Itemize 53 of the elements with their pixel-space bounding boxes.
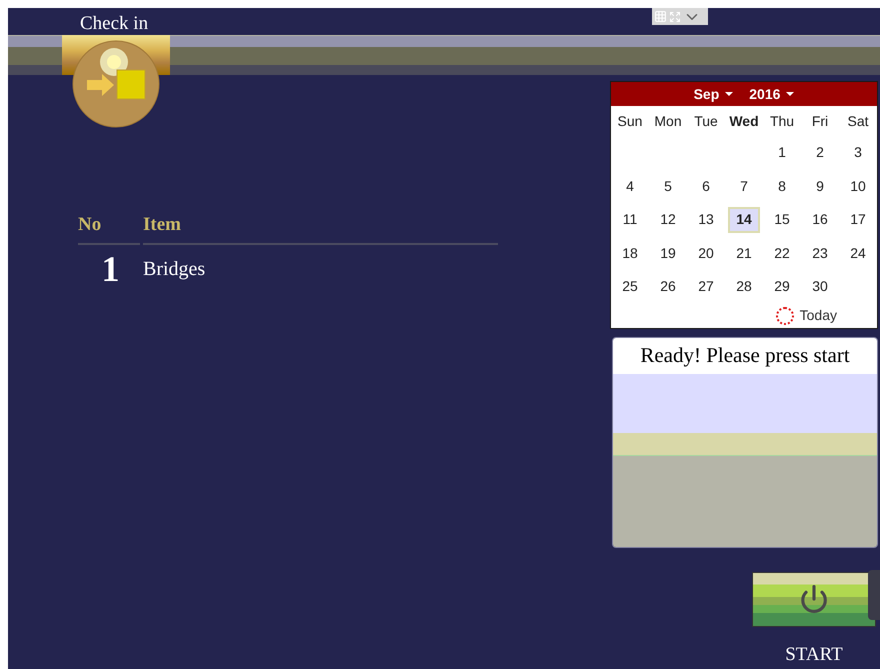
- caret-icon: [725, 92, 734, 96]
- day-cell[interactable]: 11: [614, 206, 646, 233]
- row-number: 1: [100, 248, 120, 290]
- check-in-icon[interactable]: [70, 40, 162, 128]
- day-cell[interactable]: 26: [652, 274, 684, 300]
- day-cell[interactable]: 10: [842, 173, 874, 200]
- day-cell[interactable]: 15: [766, 206, 798, 233]
- day-cell[interactable]: 6: [690, 173, 722, 200]
- today-icon: [776, 306, 794, 324]
- day-cell[interactable]: 28: [728, 274, 760, 300]
- weekday-label: Wed: [728, 112, 760, 130]
- day-cell[interactable]: 23: [804, 240, 836, 266]
- day-cell[interactable]: 2: [804, 140, 836, 166]
- day-cell[interactable]: 3: [842, 140, 874, 166]
- day-cell[interactable]: 17: [842, 206, 874, 233]
- day-cell[interactable]: 21: [728, 240, 760, 266]
- status-message: Ready! Please press start: [640, 342, 850, 369]
- year-dropdown[interactable]: 2016: [749, 84, 794, 104]
- start-label: START: [785, 642, 843, 666]
- day-cell[interactable]: 19: [652, 240, 684, 266]
- day-cell[interactable]: 12: [652, 206, 684, 233]
- day-cell[interactable]: 14: [728, 206, 760, 233]
- page-title: Check in: [80, 13, 148, 35]
- weekday-label: Sun: [616, 112, 644, 130]
- day-cell[interactable]: 5: [652, 173, 684, 200]
- day-cell[interactable]: 9: [804, 173, 836, 200]
- month-dropdown[interactable]: Sep: [694, 84, 734, 104]
- day-cell[interactable]: 13: [690, 206, 722, 233]
- weekday-label: Fri: [810, 112, 830, 130]
- today-button[interactable]: Today: [800, 305, 837, 326]
- start-button[interactable]: [752, 572, 876, 626]
- caret-icon: [786, 92, 794, 96]
- day-cell[interactable]: 16: [804, 206, 836, 233]
- day-cell[interactable]: 8: [766, 173, 798, 200]
- day-cell[interactable]: 4: [614, 173, 646, 200]
- weekday-label: Tue: [693, 112, 719, 130]
- day-cell[interactable]: 27: [690, 274, 722, 300]
- weekday-label: Mon: [653, 112, 683, 130]
- column-header: No: [78, 211, 140, 244]
- weekday-label: Sat: [846, 112, 870, 130]
- power-icon: [799, 584, 829, 614]
- day-cell[interactable]: 24: [842, 240, 874, 266]
- day-cell[interactable]: 18: [614, 240, 646, 266]
- item-name: Bridges: [143, 256, 206, 282]
- day-cell[interactable]: 25: [614, 274, 646, 300]
- day-cell[interactable]: 20: [690, 240, 722, 266]
- day-cell[interactable]: 7: [728, 173, 760, 200]
- day-cell[interactable]: 29: [766, 274, 798, 300]
- weekday-label: Thu: [768, 112, 796, 130]
- day-cell[interactable]: 1: [766, 140, 798, 166]
- column-header: Item: [143, 211, 498, 244]
- day-cell[interactable]: 22: [766, 240, 798, 266]
- day-cell[interactable]: 30: [804, 274, 836, 300]
